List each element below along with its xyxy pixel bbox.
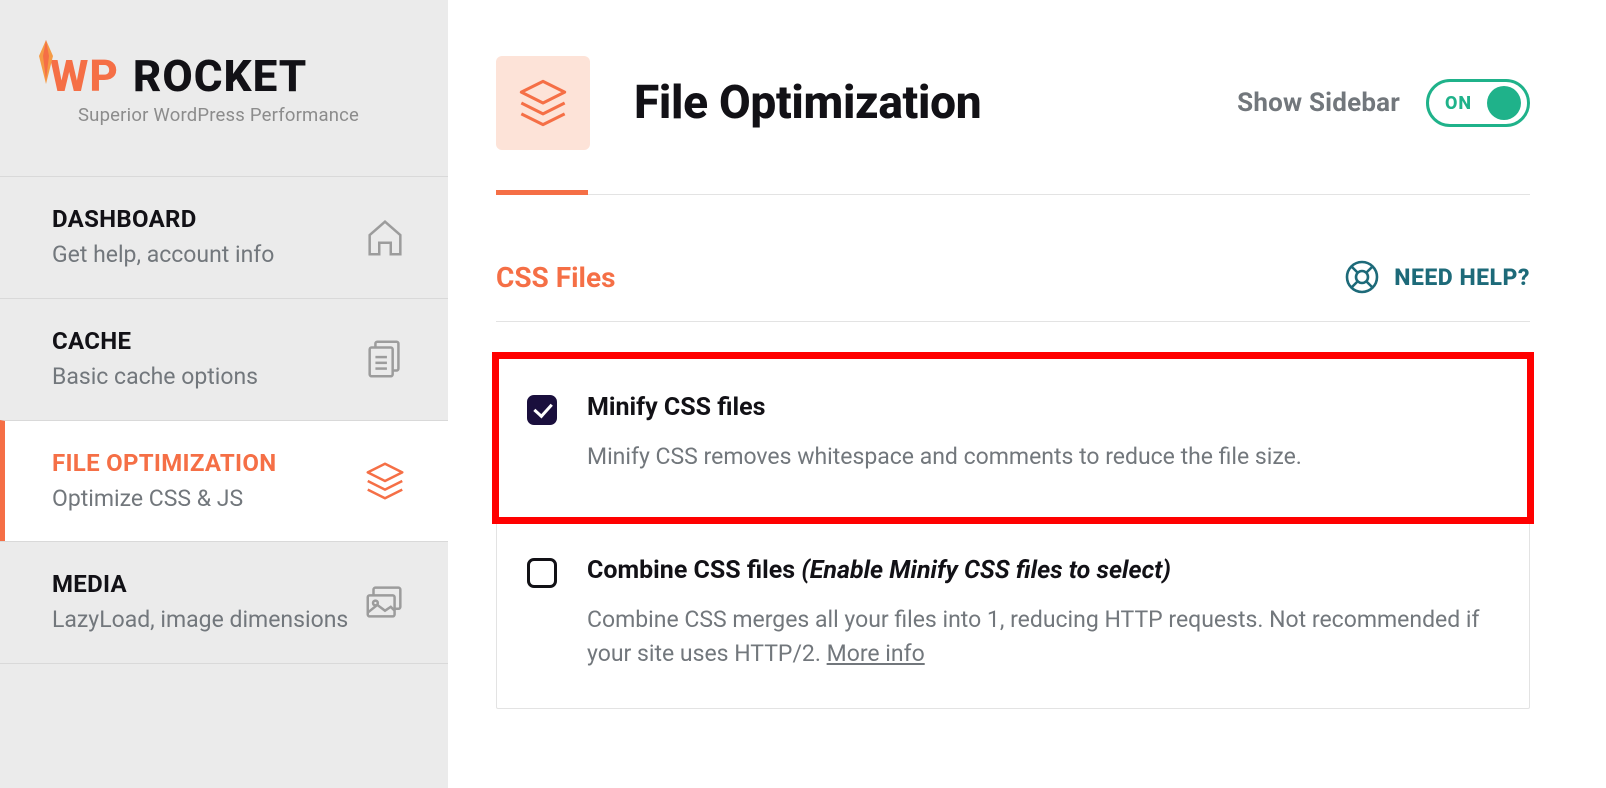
sidebar-item-media[interactable]: MEDIA LazyLoad, image dimensions: [0, 541, 448, 664]
page-title: File Optimization: [634, 76, 981, 130]
sidebar-item-dashboard[interactable]: DASHBOARD Get help, account info: [0, 176, 448, 298]
sidebar: WP ROCKET Superior WordPress Performance…: [0, 0, 448, 788]
home-icon: [362, 214, 408, 260]
lifebuoy-icon: [1344, 259, 1380, 295]
nav-title: DASHBOARD: [52, 205, 350, 233]
help-label: NEED HELP?: [1394, 264, 1530, 291]
minify-css-checkbox[interactable]: [527, 395, 557, 425]
nav-subtitle: LazyLoad, image dimensions: [52, 606, 350, 635]
active-tab-indicator: [496, 190, 588, 195]
need-help-link[interactable]: NEED HELP?: [1344, 259, 1530, 295]
logo-wp-text: WP: [50, 54, 119, 98]
tab-divider: [496, 194, 1530, 195]
sidebar-item-cache[interactable]: CACHE Basic cache options: [0, 298, 448, 420]
nav-title: FILE OPTIMIZATION: [52, 449, 350, 477]
option-combine-css: Combine CSS files (Enable Minify CSS fil…: [497, 519, 1529, 708]
documents-icon: [362, 336, 408, 382]
toggle-knob: [1487, 86, 1521, 120]
brand-logo: WP ROCKET Superior WordPress Performance: [0, 0, 448, 176]
option-desc-text: Combine CSS merges all your files into 1…: [587, 606, 1480, 666]
option-description: Minify CSS removes whitespace and commen…: [587, 440, 1499, 473]
option-title-text: Combine CSS files: [587, 556, 801, 585]
layers-icon: [362, 458, 408, 504]
option-description: Combine CSS merges all your files into 1…: [587, 603, 1499, 670]
nav-title: CACHE: [52, 327, 350, 355]
nav-subtitle: Optimize CSS & JS: [52, 485, 350, 514]
sidebar-item-file-optimization[interactable]: FILE OPTIMIZATION Optimize CSS & JS: [0, 420, 448, 542]
combine-css-checkbox[interactable]: [527, 558, 557, 588]
section-title: CSS Files: [496, 261, 615, 294]
nav-subtitle: Basic cache options: [52, 363, 350, 392]
rocket-icon: [34, 40, 58, 84]
sidebar-nav: DASHBOARD Get help, account info CACHE B…: [0, 176, 448, 664]
nav-subtitle: Get help, account info: [52, 241, 350, 270]
css-options-panel: Minify CSS files Minify CSS removes whit…: [496, 356, 1530, 709]
show-sidebar-label: Show Sidebar: [1237, 88, 1400, 118]
option-minify-css: Minify CSS files Minify CSS removes whit…: [497, 357, 1529, 519]
option-title: Combine CSS files (Enable Minify CSS fil…: [587, 556, 1499, 585]
logo-rocket-text: ROCKET: [133, 54, 307, 98]
page-icon: [496, 56, 590, 150]
show-sidebar-toggle[interactable]: ON: [1426, 79, 1530, 127]
main-content: File Optimization Show Sidebar ON CSS Fi…: [448, 0, 1606, 788]
option-hint: (Enable Minify CSS files to select): [801, 556, 1171, 585]
images-icon: [362, 580, 408, 626]
logo-tagline: Superior WordPress Performance: [78, 104, 398, 126]
toggle-state-label: ON: [1445, 93, 1472, 114]
more-info-link[interactable]: More info: [827, 640, 925, 667]
section-header: CSS Files NEED HELP?: [496, 259, 1530, 322]
option-title: Minify CSS files: [587, 393, 1499, 422]
nav-title: MEDIA: [52, 570, 350, 598]
page-header: File Optimization Show Sidebar ON: [496, 56, 1530, 194]
